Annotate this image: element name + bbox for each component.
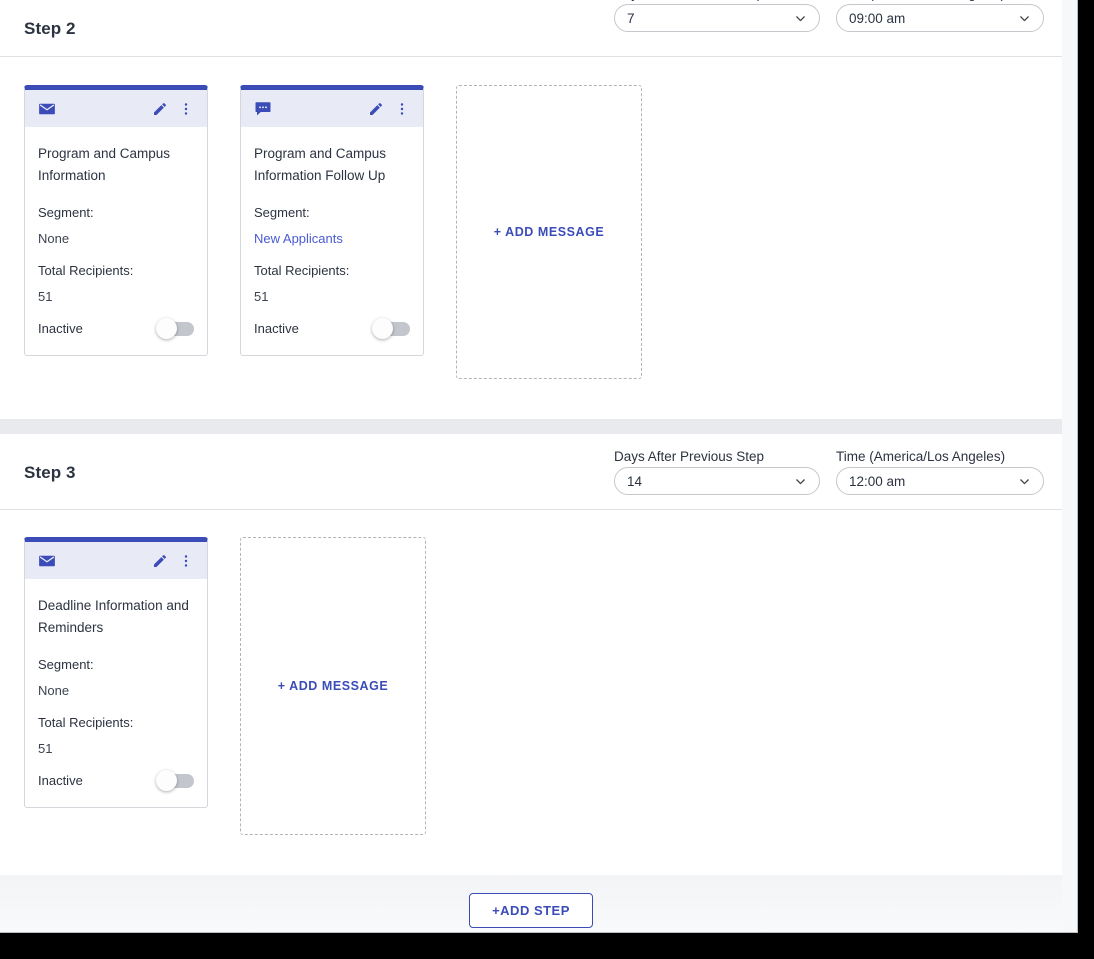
section-divider bbox=[0, 419, 1062, 434]
chevron-down-icon bbox=[794, 12, 807, 25]
step-section-3: Step 3 Days After Previous Step 14 Time … bbox=[0, 434, 1062, 875]
more-options-icon[interactable] bbox=[177, 552, 195, 570]
message-card[interactable]: Deadline Information and Reminders Segme… bbox=[24, 537, 208, 808]
message-title: Deadline Information and Reminders bbox=[38, 598, 189, 635]
add-message-button[interactable]: + ADD MESSAGE bbox=[240, 537, 426, 835]
edit-icon[interactable] bbox=[151, 100, 169, 118]
time-select[interactable]: 09:00 am bbox=[836, 4, 1044, 32]
active-toggle[interactable] bbox=[156, 769, 194, 791]
step-schedule-controls: Days After Previous Step 14 Time (Americ… bbox=[614, 449, 1044, 495]
email-icon bbox=[38, 100, 56, 118]
time-value: 12:00 am bbox=[849, 473, 906, 489]
recipients-label: Total Recipients: bbox=[38, 714, 134, 730]
edit-icon[interactable] bbox=[367, 100, 385, 118]
message-card-body: Deadline Information and Reminders Segme… bbox=[25, 579, 207, 807]
steps-footer: +ADD STEP bbox=[0, 875, 1062, 932]
time-select[interactable]: 12:00 am bbox=[836, 467, 1044, 495]
recipients-label: Total Recipients: bbox=[254, 262, 350, 278]
status-row: Inactive bbox=[254, 317, 410, 339]
status-label: Inactive bbox=[38, 321, 83, 337]
time-label: Time (America/Los Angeles) bbox=[836, 0, 1044, 1]
add-message-button[interactable]: + ADD MESSAGE bbox=[456, 85, 642, 379]
message-card-header bbox=[241, 90, 423, 127]
segment-value[interactable]: New Applicants bbox=[254, 231, 410, 246]
message-card-header bbox=[25, 90, 207, 127]
message-title: Program and Campus Information bbox=[38, 146, 171, 183]
step-2-messages: Program and Campus Information Segment: … bbox=[0, 57, 1062, 419]
message-card-body: Program and Campus Information Follow Up… bbox=[241, 127, 423, 355]
message-card[interactable]: Program and Campus Information Segment: … bbox=[24, 85, 208, 356]
email-icon bbox=[38, 552, 56, 570]
status-row: Inactive bbox=[38, 317, 194, 339]
segment-value: None bbox=[38, 230, 70, 246]
chevron-down-icon bbox=[1018, 12, 1031, 25]
more-options-icon[interactable] bbox=[177, 100, 195, 118]
days-after-label: Days After Previous Step bbox=[614, 449, 765, 464]
chevron-down-icon bbox=[794, 475, 807, 488]
step-title: Step 2 bbox=[24, 19, 76, 38]
days-after-control: Days After Previous Step 14 bbox=[614, 449, 820, 495]
segment-label: Segment: bbox=[254, 204, 310, 220]
step-schedule-controls: Days After Previous Step 7 Time (America… bbox=[614, 0, 1044, 32]
days-after-value: 7 bbox=[627, 10, 635, 26]
active-toggle[interactable] bbox=[372, 317, 410, 339]
toggle-knob bbox=[372, 317, 393, 339]
recipients-value: 51 bbox=[38, 740, 53, 756]
active-toggle[interactable] bbox=[156, 317, 194, 339]
add-step-button[interactable]: +ADD STEP bbox=[469, 892, 593, 928]
days-after-select[interactable]: 7 bbox=[614, 4, 820, 32]
recipients-value: 51 bbox=[254, 288, 269, 304]
recipients-value: 51 bbox=[38, 288, 53, 304]
days-after-value: 14 bbox=[627, 473, 643, 489]
sms-icon bbox=[254, 100, 272, 118]
segment-value: None bbox=[38, 682, 70, 698]
days-after-select[interactable]: 14 bbox=[614, 467, 820, 495]
step-header-3: Step 3 Days After Previous Step 14 Time … bbox=[0, 434, 1062, 510]
time-control: Time (America/Los Angeles) 12:00 am bbox=[836, 449, 1044, 495]
status-label: Inactive bbox=[38, 773, 83, 789]
window-shadow-bottom bbox=[10, 934, 1094, 959]
days-after-control: Days After Previous Step 7 bbox=[614, 0, 820, 32]
campaign-steps-panel: Step 2 Days After Previous Step 7 Time (… bbox=[0, 0, 1078, 933]
window-shadow-right bbox=[1079, 8, 1094, 959]
message-card[interactable]: Program and Campus Information Follow Up… bbox=[240, 85, 424, 356]
step-3-messages: Deadline Information and Reminders Segme… bbox=[0, 510, 1062, 875]
time-label: Time (America/Los Angeles) bbox=[836, 449, 1006, 464]
message-card-header bbox=[25, 542, 207, 579]
segment-label: Segment: bbox=[38, 204, 94, 220]
step-header-2: Step 2 Days After Previous Step 7 Time (… bbox=[0, 0, 1062, 57]
status-label: Inactive bbox=[254, 321, 299, 337]
more-options-icon[interactable] bbox=[393, 100, 411, 118]
toggle-knob bbox=[156, 769, 177, 791]
time-control: Time (America/Los Angeles) 09:00 am bbox=[836, 0, 1044, 32]
step-section-2: Step 2 Days After Previous Step 7 Time (… bbox=[0, 0, 1062, 419]
chevron-down-icon bbox=[1018, 475, 1031, 488]
edit-icon[interactable] bbox=[151, 552, 169, 570]
status-row: Inactive bbox=[38, 769, 194, 791]
toggle-knob bbox=[156, 317, 177, 339]
step-title: Step 3 bbox=[24, 463, 76, 482]
message-card-body: Program and Campus Information Segment: … bbox=[25, 127, 207, 355]
days-after-label: Days After Previous Step bbox=[614, 0, 820, 1]
recipients-label: Total Recipients: bbox=[38, 262, 134, 278]
segment-label: Segment: bbox=[38, 656, 94, 672]
message-title: Program and Campus Information Follow Up bbox=[254, 146, 387, 183]
time-value: 09:00 am bbox=[849, 10, 906, 26]
